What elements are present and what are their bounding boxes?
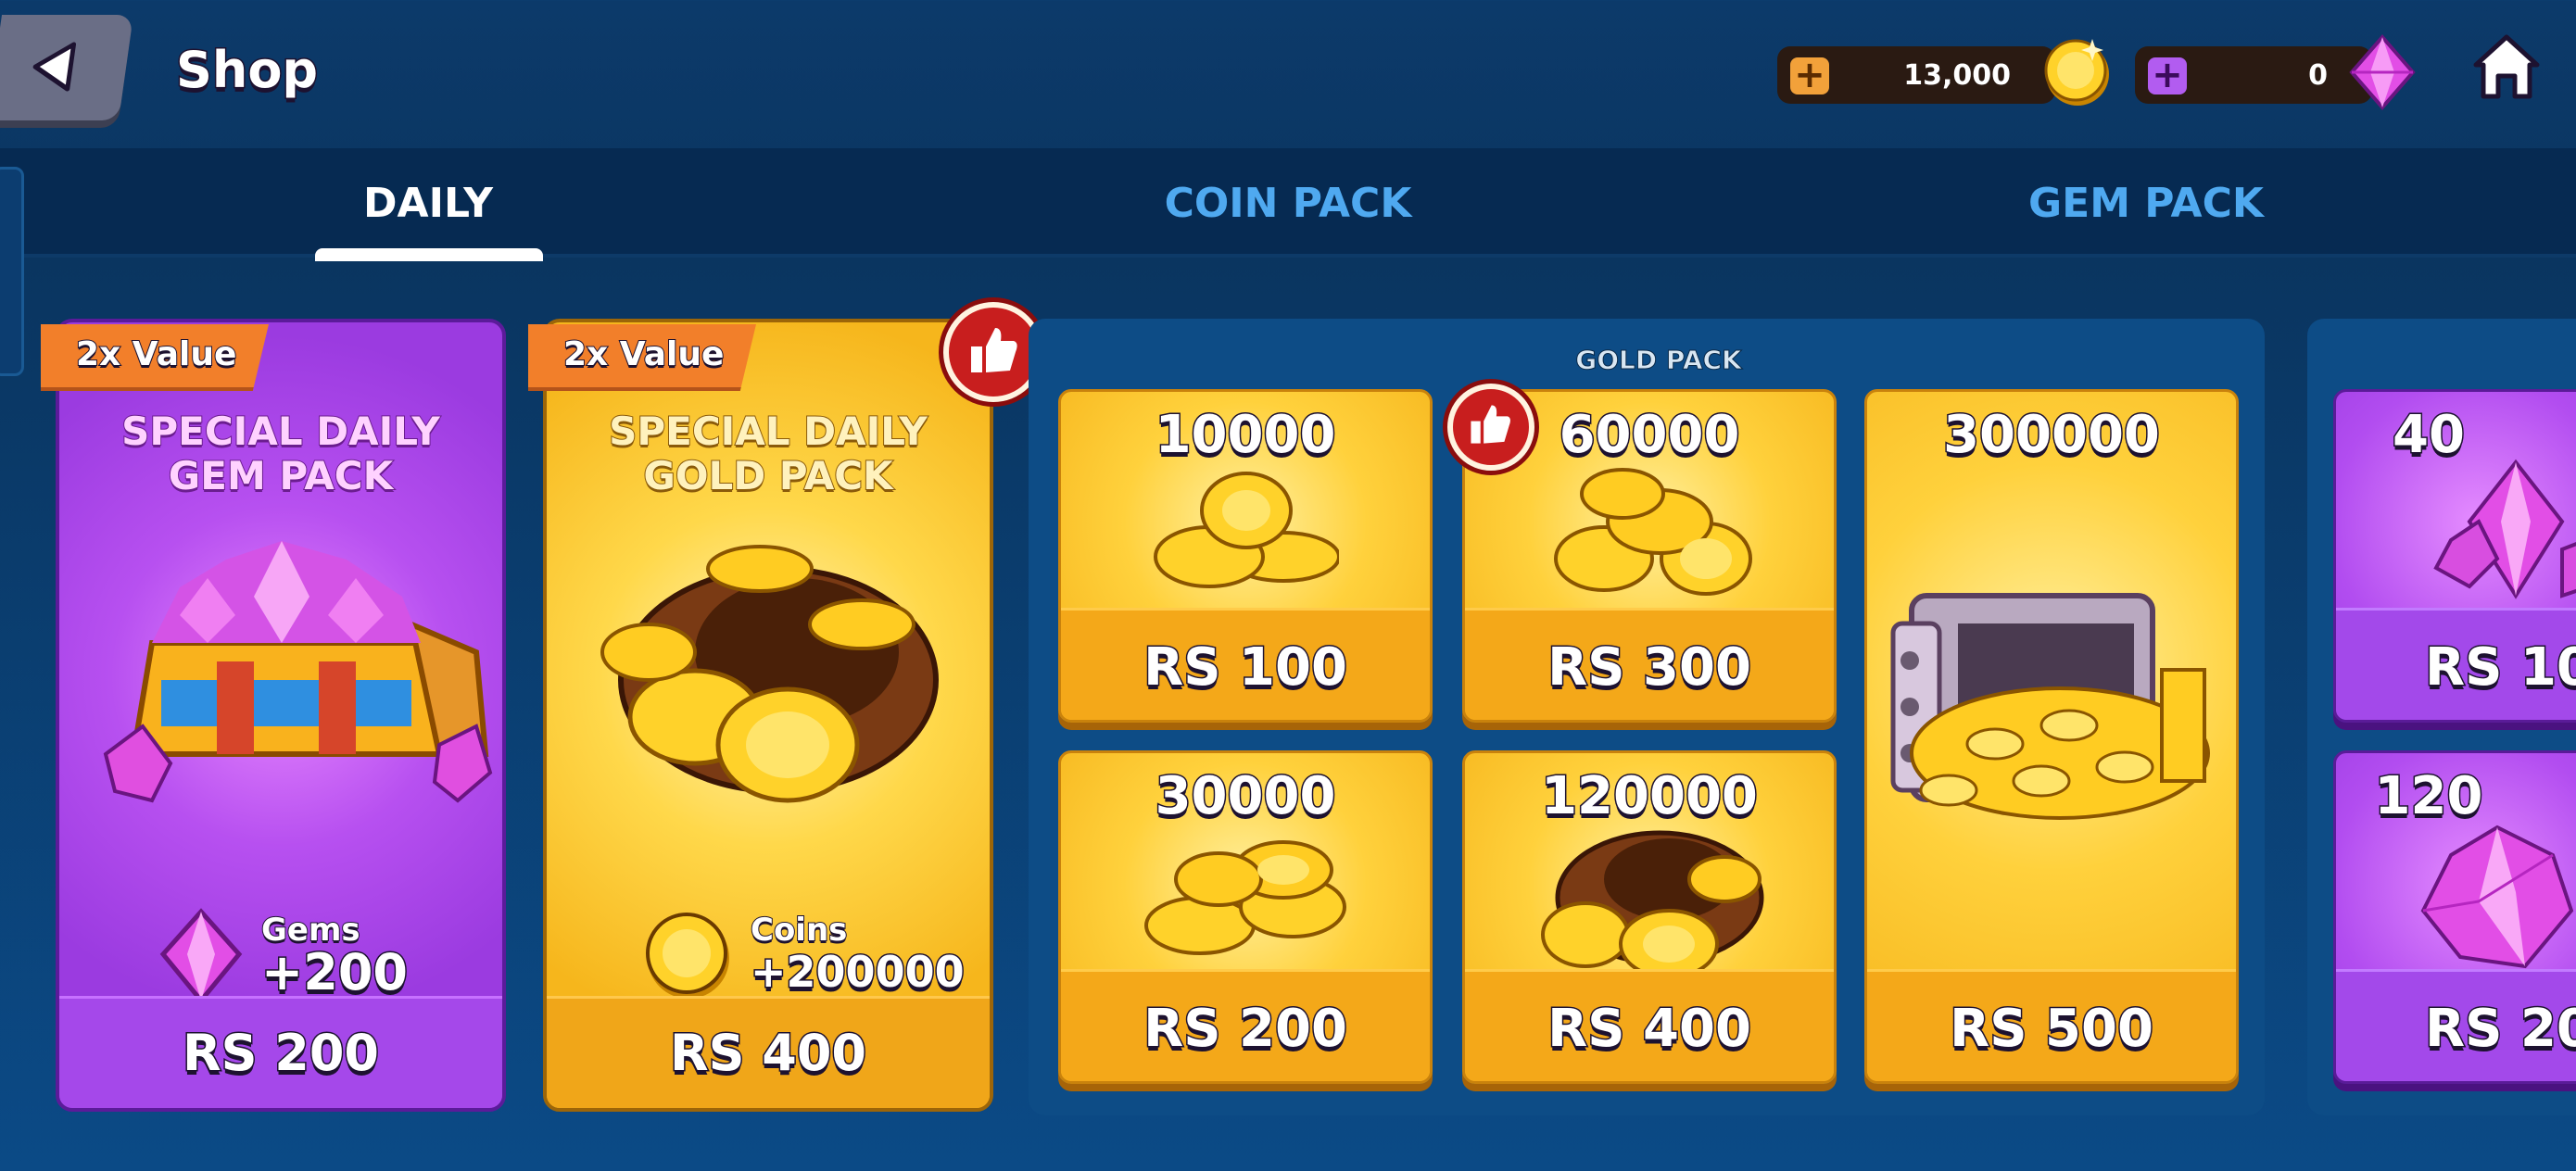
gem-balance-value: 0 — [2308, 59, 2328, 92]
add-coins-button[interactable]: + — [1790, 54, 1829, 96]
side-tab-handle[interactable] — [0, 167, 24, 376]
gem-pack-price: RS 200 — [182, 1023, 381, 1084]
coin-balance-value: 13,000 — [1903, 59, 2011, 92]
coin-icon — [646, 913, 729, 999]
gem-balance: + 0 — [2135, 46, 2372, 104]
gem-icon — [2349, 33, 2416, 111]
coin-pile-icon — [1554, 468, 1752, 596]
pack-amount: 10000 — [1154, 404, 1337, 467]
pack-price: RS 200 — [1143, 998, 1349, 1061]
gem-icon — [159, 908, 243, 1004]
gold-pack-price: RS 400 — [669, 1023, 868, 1084]
special-daily-gold-pack-card[interactable]: SPECIAL DAILY GOLD PACK Coins +200000 RS… — [543, 319, 993, 1112]
coin-sack-icon — [600, 545, 939, 803]
value-ribbon-text: 2x Value — [562, 334, 725, 374]
home-icon[interactable] — [2470, 31, 2543, 102]
gold-pack-300000[interactable]: 300000 RS 500 — [1864, 389, 2239, 1084]
gem-cluster-icon — [2433, 459, 2576, 599]
gem-pack-40[interactable]: 40 RS 100 — [2333, 389, 2576, 723]
back-arrow-icon — [32, 42, 77, 92]
value-ribbon-text: 2x Value — [75, 334, 237, 374]
gem-chest-icon — [103, 541, 493, 803]
pack-price: RS 100 — [2424, 636, 2576, 699]
gold-pack-30000[interactable]: 30000 RS 200 — [1058, 750, 1433, 1084]
tab-gem-pack[interactable]: GEM PACK — [1914, 180, 2378, 227]
plus-icon: + — [1794, 54, 1825, 96]
thumbs-up-icon — [1471, 405, 1510, 444]
coin-icon — [2044, 39, 2109, 106]
gold-pack-section-label: GOLD PACK — [1575, 345, 1742, 376]
pack-amount: 300000 — [1942, 404, 2162, 467]
coin-balance: + 13,000 — [1777, 46, 2055, 104]
special-daily-gem-pack-card[interactable]: SPECIAL DAILY GEM PACK Gems +200 RS 200 — [56, 319, 506, 1112]
pack-amount: 120000 — [1540, 765, 1760, 828]
thumbs-up-icon — [971, 328, 1017, 372]
coin-stack-icon — [1154, 472, 1339, 588]
gold-pack-amount: +200000 — [750, 946, 966, 999]
tab-daily[interactable]: DAILY — [196, 180, 660, 227]
gem-pack-title: SPECIAL DAILY GEM PACK — [120, 409, 441, 499]
pack-price: RS 500 — [1949, 998, 2155, 1061]
gem-cluster-icon — [2420, 825, 2574, 969]
gold-pack-120000[interactable]: 120000 RS 400 — [1462, 750, 1837, 1084]
active-tab-indicator — [315, 248, 543, 261]
page-title: Shop — [174, 40, 319, 101]
value-ribbon: 2x Value — [41, 324, 269, 391]
recommended-badge — [1447, 384, 1534, 471]
back-button[interactable] — [0, 15, 134, 120]
pack-amount: 30000 — [1154, 765, 1337, 828]
pack-price: RS 400 — [1547, 998, 1753, 1061]
coin-sack-icon — [1541, 830, 1764, 979]
tab-coin-pack[interactable]: COIN PACK — [1056, 180, 1520, 227]
pack-price: RS 300 — [1547, 636, 1753, 699]
gem-pack-amount: +200 — [260, 942, 410, 1003]
gold-pack-title: SPECIAL DAILY GOLD PACK — [608, 409, 928, 499]
plus-icon: + — [2152, 54, 2183, 96]
pack-price: RS 200 — [2424, 998, 2576, 1061]
gem-pack-120[interactable]: 120 RS 200 — [2333, 750, 2576, 1084]
coin-vault-icon — [1890, 593, 2210, 820]
gold-pack-amount-label: Coins — [750, 911, 848, 950]
value-ribbon: 2x Value — [528, 324, 756, 391]
add-gems-button[interactable]: + — [2148, 54, 2187, 96]
gold-pack-10000[interactable]: 10000 RS 100 — [1058, 389, 1433, 723]
pack-price: RS 100 — [1143, 636, 1349, 699]
coin-pile-icon — [1144, 840, 1346, 955]
